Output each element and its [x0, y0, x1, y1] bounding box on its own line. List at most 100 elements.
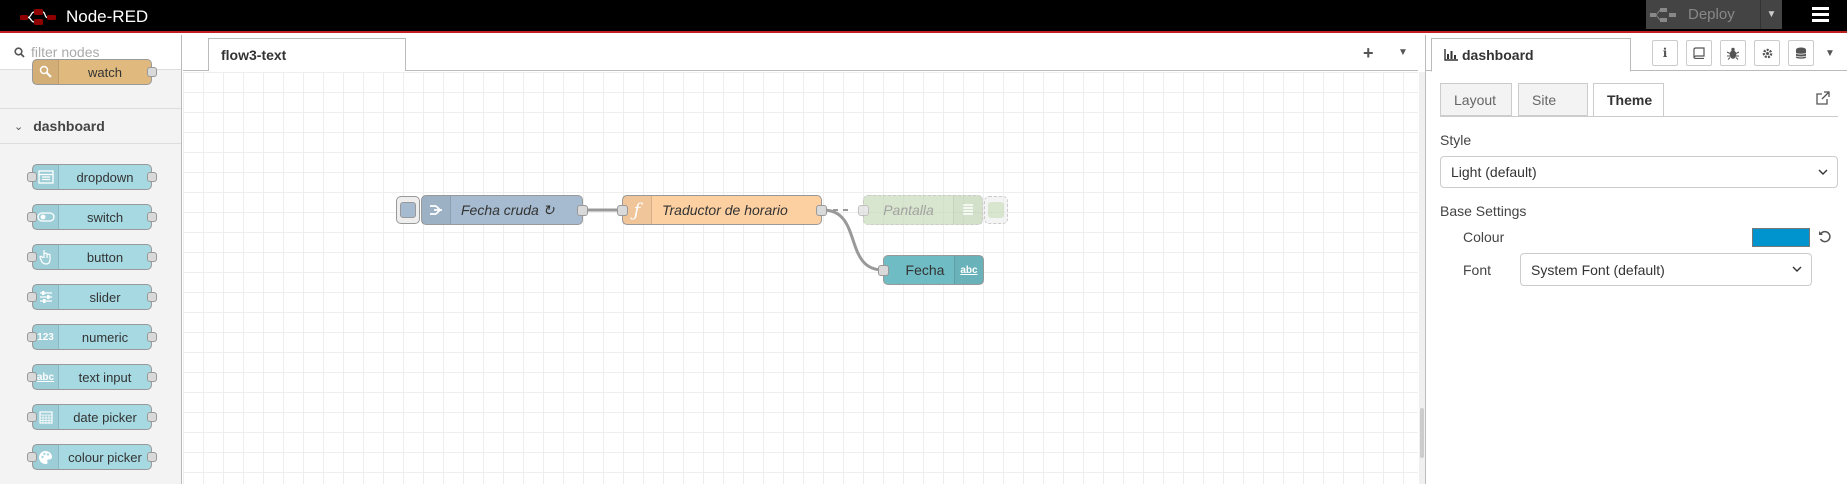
inject-button[interactable]: [396, 196, 420, 224]
filter-nodes-input[interactable]: [31, 44, 181, 60]
tab-flow3-text[interactable]: flow3-text: [208, 38, 406, 71]
palette-node-label: numeric: [81, 329, 129, 345]
palette-node-button[interactable]: button: [27, 244, 157, 270]
input-port[interactable]: [27, 252, 37, 262]
output-port[interactable]: [147, 172, 157, 182]
app-title: Node-RED: [66, 7, 149, 26]
flow-node-label: Fecha: [905, 262, 945, 278]
debug-toggle-button[interactable]: [984, 196, 1008, 224]
input-port[interactable]: [858, 205, 869, 216]
sub-tab-divider: [1440, 116, 1838, 117]
palette-node-date-picker[interactable]: date picker: [27, 404, 157, 430]
output-port[interactable]: [147, 452, 157, 462]
output-port[interactable]: [147, 332, 157, 342]
palette-node-watch[interactable]: watch: [32, 59, 157, 85]
magnifier-icon: [33, 60, 59, 84]
input-port[interactable]: [27, 412, 37, 422]
hamburger-bar: [1811, 13, 1829, 16]
text-abc-icon: abc: [954, 256, 983, 284]
app-logo: Node-RED: [20, 4, 148, 30]
flow-node-label: Fecha cruda ↻: [451, 202, 582, 219]
input-port[interactable]: [27, 292, 37, 302]
palette-node-numeric[interactable]: 123 numeric: [27, 324, 157, 350]
output-port[interactable]: [147, 212, 157, 222]
output-port[interactable]: [147, 412, 157, 422]
repeat-icon: ↻: [542, 201, 555, 218]
database-icon[interactable]: [1788, 40, 1814, 66]
sidebar-tab-label: dashboard: [1462, 47, 1534, 63]
input-port[interactable]: [617, 205, 628, 216]
app-header: Node-RED Deploy ▼: [0, 0, 1847, 33]
palette-node-text-input[interactable]: abc text input: [27, 364, 157, 390]
flow-wires: [583, 208, 884, 272]
flow-node-fecha[interactable]: Fecha abc: [878, 255, 984, 285]
chevron-down-icon: [1818, 169, 1828, 175]
add-flow-plus-icon[interactable]: +: [1363, 43, 1374, 64]
palette-node-slider[interactable]: slider: [27, 284, 157, 310]
tab-theme[interactable]: Theme: [1593, 83, 1664, 117]
output-port[interactable]: [147, 292, 157, 302]
bug-icon[interactable]: [1720, 40, 1746, 66]
input-port[interactable]: [27, 372, 37, 382]
sidebar-menu-caret-icon[interactable]: ▼: [1825, 48, 1835, 59]
palette-node-switch[interactable]: switch: [27, 204, 157, 230]
output-port[interactable]: [147, 252, 157, 262]
tab-layout[interactable]: Layout: [1440, 83, 1512, 116]
style-label: Style: [1440, 132, 1472, 148]
flow-node-label-text: Fecha cruda: [461, 201, 539, 218]
reset-undo-icon[interactable]: [1818, 230, 1832, 247]
book-icon[interactable]: [1686, 40, 1712, 66]
deploy-icon: [1646, 7, 1680, 22]
font-label: Font: [1463, 262, 1492, 278]
flow-node-label: Traductor de horario: [662, 202, 788, 218]
colour-label: Colour: [1463, 229, 1505, 245]
main-menu-button[interactable]: [1800, 0, 1840, 29]
palette-node-colour-picker[interactable]: colour picker: [27, 444, 157, 470]
output-port[interactable]: [147, 372, 157, 382]
flow-node-fecha-cruda[interactable]: Fecha cruda ↻: [396, 195, 588, 225]
workspace-tab-bar: flow3-text + ▼: [183, 35, 1418, 71]
deploy-button[interactable]: Deploy ▼: [1646, 0, 1782, 29]
colour-swatch[interactable]: [1752, 228, 1810, 247]
input-port[interactable]: [27, 172, 37, 182]
output-port[interactable]: [147, 67, 157, 77]
input-port[interactable]: [27, 332, 37, 342]
search-icon: [14, 46, 25, 58]
flow-node-pantalla[interactable]: Pantalla: [858, 195, 1008, 225]
external-link-icon[interactable]: [1816, 91, 1830, 108]
palette-node-dropdown[interactable]: dropdown: [27, 164, 157, 190]
list-icon: [953, 196, 982, 224]
input-port[interactable]: [27, 452, 37, 462]
category-label: dashboard: [33, 118, 105, 134]
deploy-dropdown-caret-icon[interactable]: ▼: [1760, 0, 1782, 29]
info-icon[interactable]: i: [1652, 40, 1678, 66]
scrollbar-thumb[interactable]: [1420, 408, 1424, 458]
output-port[interactable]: [577, 205, 588, 216]
palette-node-label: button: [86, 249, 124, 265]
tab-site[interactable]: Site: [1518, 83, 1588, 116]
gear-icon[interactable]: [1754, 40, 1780, 66]
flow-node-traductor-de-horario[interactable]: ƒ Traductor de horario: [617, 195, 827, 225]
flow-canvas[interactable]: Fecha cruda ↻ ƒ Traductor de horario Pan…: [183, 72, 1418, 484]
style-select[interactable]: Light (default): [1440, 156, 1838, 188]
palette-category-dashboard[interactable]: ⌄ dashboard: [0, 108, 181, 144]
tab-label: flow3-text: [221, 47, 287, 63]
sidebar-tab-bar: dashboard i ▼: [1426, 35, 1847, 72]
tab-label: Layout: [1454, 91, 1497, 108]
font-select[interactable]: System Font (default): [1520, 253, 1812, 286]
input-port[interactable]: [27, 212, 37, 222]
font-select-value: System Font (default): [1531, 261, 1665, 278]
palette-node-label: switch: [86, 209, 124, 225]
output-port[interactable]: [816, 205, 827, 216]
chevron-down-icon: ⌄: [14, 120, 24, 133]
input-port[interactable]: [878, 265, 889, 276]
sidebar-tab-dashboard[interactable]: dashboard: [1431, 38, 1631, 72]
base-settings-label: Base Settings: [1440, 203, 1527, 219]
palette-node-label: slider: [89, 289, 121, 305]
deploy-label: Deploy: [1688, 6, 1735, 23]
node-palette: watch ⌄ dashboard dropdown switch button: [0, 35, 182, 484]
palette-node-label: watch: [88, 64, 122, 80]
debug-toggle-inner: [988, 202, 1004, 218]
flow-list-caret-icon[interactable]: ▼: [1398, 47, 1408, 58]
chevron-down-icon: [1792, 266, 1802, 272]
